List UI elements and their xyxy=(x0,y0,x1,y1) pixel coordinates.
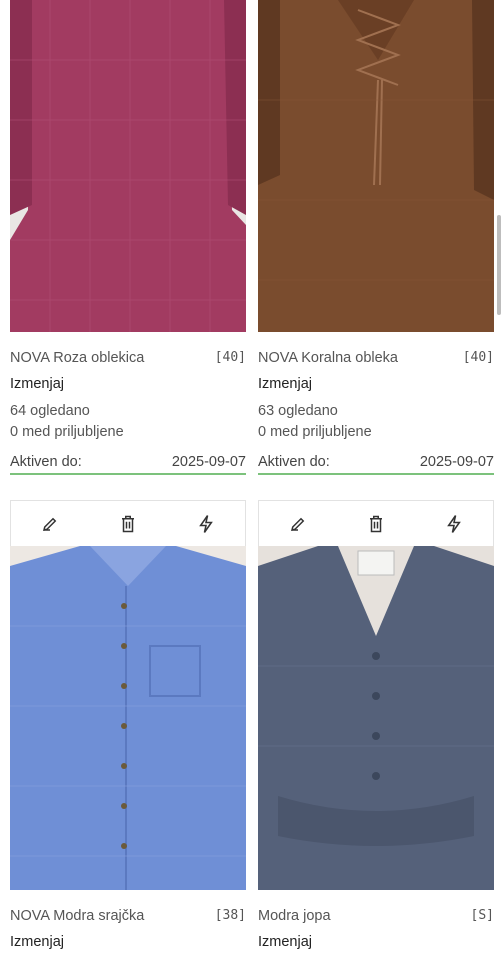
product-image[interactable] xyxy=(258,0,494,332)
product-card[interactable]: NOVA Modra srajčka [38] Izmenjaj xyxy=(10,500,246,950)
product-image[interactable] xyxy=(10,546,246,890)
product-image[interactable] xyxy=(258,546,494,890)
product-size: [38] xyxy=(214,908,246,923)
boost-icon[interactable] xyxy=(436,506,472,542)
active-label: Aktiven do: xyxy=(258,454,330,470)
active-label: Aktiven do: xyxy=(10,454,82,470)
product-title[interactable]: Modra jopa xyxy=(258,908,331,924)
product-card[interactable]: Modra jopa [S] Izmenjaj xyxy=(258,500,494,950)
edit-icon[interactable] xyxy=(32,506,68,542)
product-title[interactable]: NOVA Roza oblekica xyxy=(10,350,144,366)
card-toolbar xyxy=(258,500,494,546)
scrollbar[interactable] xyxy=(497,215,501,315)
product-image[interactable] xyxy=(10,0,246,332)
product-size: [40] xyxy=(462,350,494,365)
active-until: Aktiven do: 2025-09-07 xyxy=(10,454,246,475)
active-until: Aktiven do: 2025-09-07 xyxy=(258,454,494,475)
product-title[interactable]: NOVA Modra srajčka xyxy=(10,908,144,924)
edit-link[interactable]: Izmenjaj xyxy=(10,376,246,392)
product-size: [S] xyxy=(470,908,494,923)
trash-icon[interactable] xyxy=(358,506,394,542)
product-size: [40] xyxy=(214,350,246,365)
edit-icon[interactable] xyxy=(280,506,316,542)
active-date: 2025-09-07 xyxy=(419,454,494,470)
active-date: 2025-09-07 xyxy=(171,454,246,470)
favorites-count: 0 med priljubljene xyxy=(10,424,124,440)
trash-icon[interactable] xyxy=(110,506,146,542)
edit-link[interactable]: Izmenjaj xyxy=(258,376,494,392)
product-card[interactable]: NOVA Roza oblekica [40] Izmenjaj 64 ogle… xyxy=(10,0,246,475)
views-count: 63 ogledano xyxy=(258,403,338,419)
product-card[interactable]: NOVA Koralna obleka [40] Izmenjaj 63 ogl… xyxy=(258,0,494,475)
views-count: 64 ogledano xyxy=(10,403,90,419)
favorites-count: 0 med priljubljene xyxy=(258,424,372,440)
product-title[interactable]: NOVA Koralna obleka xyxy=(258,350,398,366)
boost-icon[interactable] xyxy=(188,506,224,542)
card-toolbar xyxy=(10,500,246,546)
edit-link[interactable]: Izmenjaj xyxy=(258,934,494,950)
edit-link[interactable]: Izmenjaj xyxy=(10,934,246,950)
